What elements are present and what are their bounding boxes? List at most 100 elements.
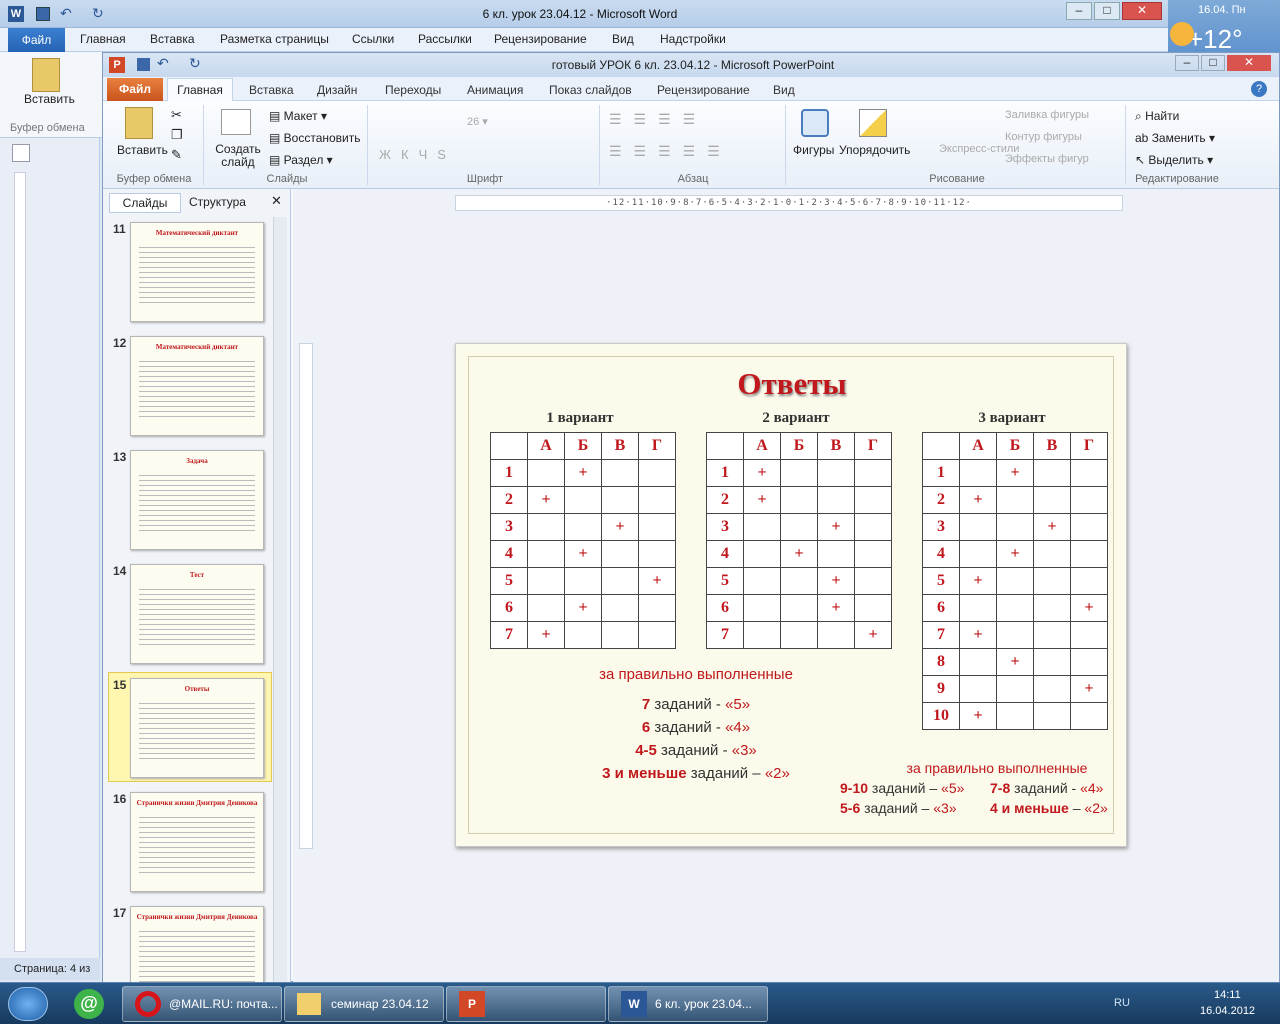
mail-agent-icon[interactable]: @ — [74, 989, 104, 1019]
ppt-tab-insert[interactable]: Вставка — [249, 83, 294, 97]
replace-button[interactable]: ab Заменить ▾ — [1135, 131, 1215, 145]
shapes-button[interactable]: Фигуры — [793, 143, 834, 157]
word-tab-addins[interactable]: Надстройки — [660, 32, 726, 46]
ppt-tab-review[interactable]: Рецензирование — [657, 83, 750, 97]
panel-tab-slides[interactable]: Слайды — [109, 193, 181, 213]
word-tab-references[interactable]: Ссылки — [352, 32, 394, 46]
copy-icon[interactable]: ❐ — [171, 127, 183, 143]
reset-button[interactable]: ▤ Восстановить — [269, 131, 361, 145]
panel-close-icon[interactable]: ✕ — [271, 193, 282, 209]
section-button[interactable]: ▤ Раздел ▾ — [269, 153, 333, 167]
word-paste-label[interactable]: Вставить — [24, 92, 75, 106]
column-header: Б — [564, 432, 602, 460]
layout-button[interactable]: ▤ Макет ▾ — [269, 109, 327, 123]
slide-title[interactable]: Ответы — [456, 366, 1128, 402]
slide-thumbnail[interactable]: Ответы — [130, 678, 264, 778]
list-icons[interactable]: ☰☰☰☰ — [609, 111, 707, 128]
answer-cell — [601, 567, 639, 595]
ppt-tab-design[interactable]: Дизайн — [317, 83, 357, 97]
slide-thumbnail[interactable]: Математический диктант — [130, 336, 264, 436]
clock-date[interactable]: 16.04.2012 — [1200, 1005, 1255, 1017]
ppt-tab-slideshow[interactable]: Показ слайдов — [549, 83, 632, 97]
shape-fill-button[interactable]: Заливка фигуры — [1005, 109, 1089, 121]
sun-icon — [1170, 22, 1194, 46]
word-paste-icon[interactable] — [32, 58, 60, 92]
shape-effects-button[interactable]: Эффекты фигур — [1005, 153, 1089, 165]
paste-icon[interactable] — [125, 107, 153, 139]
answer-cell — [527, 459, 565, 487]
section-icon: ▤ — [269, 153, 284, 167]
ppt-tab-transitions[interactable]: Переходы — [385, 83, 441, 97]
answer-cell — [1070, 648, 1108, 676]
word-tab-home[interactable]: Главная — [80, 32, 126, 46]
paste-button[interactable]: Вставить — [117, 143, 168, 157]
word-save-icon[interactable] — [36, 7, 50, 21]
word-close-button[interactable]: ✕ — [1122, 2, 1162, 20]
ppt-tab-view[interactable]: Вид — [773, 83, 795, 97]
row-number: 1 — [706, 459, 744, 487]
word-redo-icon[interactable]: ↻ — [92, 5, 104, 22]
taskbar-powerpoint[interactable]: P — [446, 986, 606, 1022]
thumbnail-content — [139, 471, 255, 531]
answer-cell: + — [1033, 513, 1071, 541]
taskbar-word[interactable]: W 6 кл. урок 23.04... — [608, 986, 768, 1022]
editor-scrollbar[interactable] — [1255, 223, 1273, 963]
shapes-icon[interactable] — [801, 109, 829, 137]
taskbar-mail[interactable]: @MAIL.RU: почта... — [122, 986, 282, 1022]
word-tab-review[interactable]: Рецензирование — [494, 32, 587, 46]
answer-cell: + — [817, 567, 855, 595]
ppt-app-icon[interactable]: P — [109, 57, 125, 73]
word-tab-insert[interactable]: Вставка — [150, 32, 195, 46]
word-tab-view[interactable]: Вид — [612, 32, 634, 46]
column-header: Б — [780, 432, 818, 460]
ppt-undo-icon[interactable]: ↶ — [157, 55, 169, 72]
font-format-icons[interactable]: ЖКЧS — [379, 147, 456, 162]
ppt-file-tab[interactable]: Файл — [107, 78, 163, 101]
ppt-tab-animations[interactable]: Анимация — [467, 83, 523, 97]
ppt-minimize-button[interactable]: – — [1175, 55, 1199, 71]
panel-scrollbar[interactable] — [273, 217, 287, 983]
answer-cell: + — [743, 459, 781, 487]
cut-icon[interactable]: ✂ — [171, 107, 182, 123]
arrange-icon[interactable] — [859, 109, 887, 137]
ppt-save-icon[interactable] — [137, 58, 150, 71]
format-painter-icon[interactable]: ✎ — [171, 147, 182, 163]
help-icon[interactable]: ? — [1251, 81, 1267, 97]
word-maximize-button[interactable]: □ — [1094, 2, 1120, 20]
word-ruler-toggle-icon[interactable] — [12, 144, 30, 162]
ppt-tab-home[interactable]: Главная — [167, 78, 233, 102]
answer-cell — [780, 567, 818, 595]
word-undo-icon[interactable]: ↶ — [60, 5, 72, 22]
slide-thumbnail[interactable]: Странички жизни Дмитрия Деникова — [130, 792, 264, 892]
ppt-redo-icon[interactable]: ↻ — [189, 55, 201, 72]
slide-thumbnail[interactable]: Математический диктант — [130, 222, 264, 322]
shape-outline-button[interactable]: Контур фигуры — [1005, 131, 1082, 143]
panel-tab-outline[interactable]: Структура — [189, 195, 246, 209]
new-slide-icon[interactable] — [221, 109, 251, 135]
ppt-close-button[interactable]: ✕ — [1227, 55, 1271, 71]
font-size-box[interactable]: 26 ▾ — [467, 115, 488, 128]
word-minimize-button[interactable]: – — [1066, 2, 1092, 20]
slide-thumbnail[interactable]: Тест — [130, 564, 264, 664]
row-number: 1 — [490, 459, 528, 487]
answer-cell — [1070, 459, 1108, 487]
ppt-maximize-button[interactable]: □ — [1201, 55, 1225, 71]
new-slide-button[interactable]: Создать слайд — [215, 143, 261, 169]
word-file-tab[interactable]: Файл — [8, 28, 65, 52]
align-icons[interactable]: ☰☰☰☰☰ — [609, 143, 732, 160]
start-button[interactable] — [8, 987, 48, 1021]
find-button[interactable]: ⌕ Найти — [1135, 109, 1179, 124]
find-label: Найти — [1145, 109, 1180, 123]
current-slide[interactable]: Ответы 1 вариант 2 вариант 3 вариант АБВ… — [455, 343, 1127, 847]
answer-cell: + — [780, 540, 818, 568]
language-indicator[interactable]: RU — [1114, 997, 1130, 1009]
slide-thumbnail[interactable]: Странички жизни Дмитрия Деникова — [130, 906, 264, 987]
select-button[interactable]: ↖ Выделить ▾ — [1135, 153, 1213, 167]
word-tab-mailings[interactable]: Рассылки — [418, 32, 472, 46]
slide-thumbnail[interactable]: Задача — [130, 450, 264, 550]
word-app-icon[interactable]: W — [8, 6, 24, 22]
clock-time[interactable]: 14:11 — [1214, 989, 1241, 1001]
arrange-button[interactable]: Упорядочить — [839, 143, 910, 157]
word-tab-layout[interactable]: Разметка страницы — [220, 32, 329, 46]
taskbar-folder[interactable]: семинар 23.04.12 — [284, 986, 444, 1022]
